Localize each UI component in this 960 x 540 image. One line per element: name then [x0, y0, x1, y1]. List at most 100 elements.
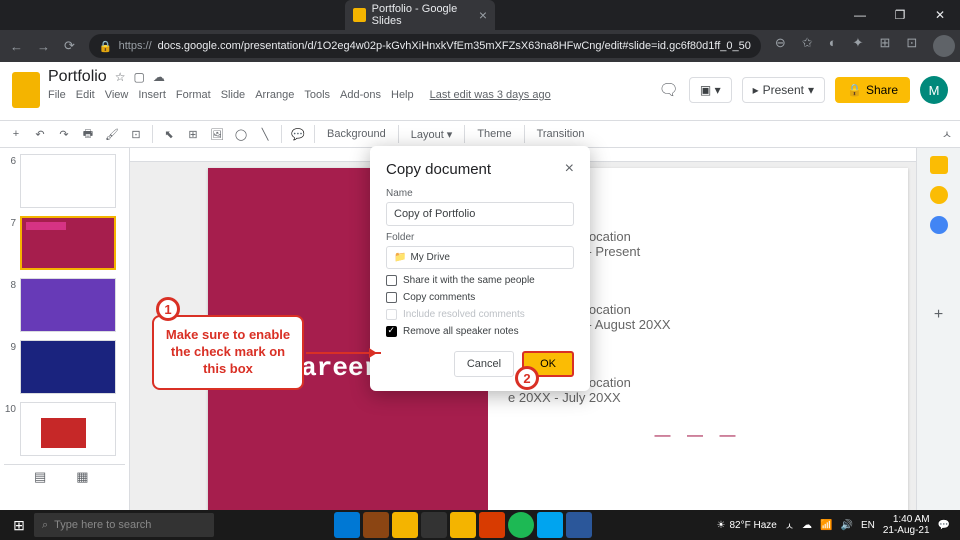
- cloud-status-icon[interactable]: ☁: [153, 70, 165, 84]
- share-button[interactable]: 🔒 Share: [835, 77, 910, 103]
- nav-forward-icon[interactable]: →: [37, 39, 50, 54]
- tray-cloud-icon[interactable]: ☁: [802, 520, 812, 531]
- menu-file[interactable]: File: [48, 89, 66, 101]
- select-tool-icon[interactable]: ⬉: [161, 126, 177, 142]
- thumbnail-6[interactable]: [20, 154, 116, 208]
- copy-document-dialog: Copy document × Name Folder 📁 My Drive S…: [370, 146, 590, 391]
- remove-notes-checkbox[interactable]: [386, 326, 397, 337]
- taskbar-app-5[interactable]: [450, 512, 476, 538]
- taskbar-app-8[interactable]: [537, 512, 563, 538]
- share-checkbox[interactable]: [386, 275, 397, 286]
- grid-view-icon[interactable]: ▦: [76, 469, 88, 485]
- profile-avatar[interactable]: [933, 35, 955, 57]
- tray-wifi-icon[interactable]: 📶: [820, 520, 832, 531]
- nav-reload-icon[interactable]: ⟳: [64, 38, 75, 54]
- cancel-button[interactable]: Cancel: [454, 351, 514, 377]
- filmstrip-view-icon[interactable]: ▤: [34, 469, 46, 485]
- nav-back-icon[interactable]: ←: [10, 39, 23, 54]
- collections-icon[interactable]: ⊞: [879, 35, 890, 57]
- url-text: docs.google.com/presentation/d/1O2eg4w02…: [158, 40, 751, 52]
- document-title[interactable]: Portfolio: [48, 68, 107, 86]
- menu-tools[interactable]: Tools: [304, 89, 330, 101]
- tray-notifications-icon[interactable]: 💬: [938, 520, 950, 531]
- extension-icon[interactable]: ◐: [829, 35, 837, 57]
- menu-edit[interactable]: Edit: [76, 89, 95, 101]
- window-minimize[interactable]: —: [840, 0, 880, 30]
- window-maximize[interactable]: ❐: [880, 0, 920, 30]
- redo-icon[interactable]: ↷: [56, 126, 72, 142]
- sync-icon[interactable]: ⊡: [906, 35, 917, 57]
- name-label: Name: [386, 188, 574, 199]
- slides-logo-icon[interactable]: [12, 72, 40, 108]
- browser-tab[interactable]: Portfolio - Google Slides ×: [345, 0, 495, 30]
- zoom-icon[interactable]: ⊖: [775, 35, 786, 57]
- menu-slide[interactable]: Slide: [221, 89, 245, 101]
- window-close[interactable]: ✕: [920, 0, 960, 30]
- comments-checkbox[interactable]: [386, 292, 397, 303]
- lock-icon: 🔒: [99, 40, 113, 53]
- tray-chevron-icon[interactable]: ㅅ: [785, 518, 794, 533]
- account-avatar[interactable]: M: [920, 76, 948, 104]
- layout-button[interactable]: Layout ▾: [407, 126, 457, 143]
- tasks-icon[interactable]: [930, 216, 948, 234]
- menu-arrange[interactable]: Arrange: [255, 89, 294, 101]
- last-edit-link[interactable]: Last edit was 3 days ago: [430, 89, 551, 101]
- folder-picker[interactable]: 📁 My Drive: [386, 246, 574, 269]
- favorite-icon[interactable]: ✩: [802, 35, 813, 57]
- tray-language-icon[interactable]: EN: [861, 520, 875, 531]
- tab-close-icon[interactable]: ×: [479, 7, 487, 23]
- tray-clock[interactable]: 1:40 AM 21-Aug-21: [883, 514, 930, 536]
- comments-icon[interactable]: 🗨: [659, 80, 679, 100]
- taskbar-app-2[interactable]: [363, 512, 389, 538]
- tab-title: Portfolio - Google Slides: [372, 3, 479, 27]
- add-addon-icon[interactable]: +: [934, 306, 943, 324]
- textbox-icon[interactable]: ⊞: [185, 126, 201, 142]
- paint-format-icon[interactable]: 🖌: [104, 126, 120, 142]
- taskbar-app-settings[interactable]: [421, 512, 447, 538]
- thumbnail-9[interactable]: [20, 340, 116, 394]
- image-icon[interactable]: 🖼: [209, 126, 225, 142]
- taskbar-app-spotify[interactable]: [508, 512, 534, 538]
- folder-label: Folder: [386, 232, 574, 243]
- slides-favicon: [353, 8, 366, 22]
- print-icon[interactable]: 🖶: [80, 126, 96, 142]
- hide-menus-icon[interactable]: ㅅ: [942, 126, 952, 142]
- keep-icon[interactable]: [930, 186, 948, 204]
- taskbar-app-edge[interactable]: [334, 512, 360, 538]
- menu-help[interactable]: Help: [391, 89, 414, 101]
- menu-addons[interactable]: Add-ons: [340, 89, 381, 101]
- weather-widget[interactable]: ☀ 82°F Haze: [717, 520, 777, 531]
- slideshow-dropdown[interactable]: ▣ ▾: [689, 77, 732, 103]
- url-input[interactable]: 🔒 https://docs.google.com/presentation/d…: [89, 34, 761, 58]
- name-input[interactable]: [386, 202, 574, 226]
- menu-view[interactable]: View: [105, 89, 129, 101]
- undo-icon[interactable]: ↶: [32, 126, 48, 142]
- comment-icon[interactable]: 💬: [290, 126, 306, 142]
- thumbnail-8[interactable]: [20, 278, 116, 332]
- calendar-icon[interactable]: [930, 156, 948, 174]
- dialog-close-icon[interactable]: ×: [565, 160, 574, 178]
- thumbnail-7[interactable]: [20, 216, 116, 270]
- menu-insert[interactable]: Insert: [138, 89, 166, 101]
- browser-titlebar: Portfolio - Google Slides × — ❐ ✕: [0, 0, 960, 30]
- start-button[interactable]: ⊞: [4, 510, 34, 540]
- line-icon[interactable]: ╲: [257, 126, 273, 142]
- present-button[interactable]: ▸ Present ▾: [742, 77, 825, 103]
- star-icon[interactable]: ☆: [115, 70, 126, 84]
- zoom-fit-icon[interactable]: ⊡: [128, 126, 144, 142]
- theme-button[interactable]: Theme: [473, 126, 515, 142]
- thumbnail-10[interactable]: [20, 402, 116, 456]
- annotation-badge-2: 2: [515, 366, 539, 390]
- taskbar-app-files[interactable]: [392, 512, 418, 538]
- transition-button[interactable]: Transition: [533, 126, 589, 142]
- shape-icon[interactable]: ◯: [233, 126, 249, 142]
- extensions-icon[interactable]: ✦: [853, 35, 864, 57]
- menu-format[interactable]: Format: [176, 89, 211, 101]
- background-button[interactable]: Background: [323, 126, 390, 142]
- taskbar-search[interactable]: ⌕ Type here to search: [34, 513, 214, 537]
- taskbar-app-office[interactable]: [479, 512, 505, 538]
- new-slide-icon[interactable]: +: [8, 126, 24, 142]
- taskbar-app-word[interactable]: [566, 512, 592, 538]
- tray-volume-icon[interactable]: 🔊: [840, 520, 852, 531]
- move-icon[interactable]: ▢: [133, 70, 144, 84]
